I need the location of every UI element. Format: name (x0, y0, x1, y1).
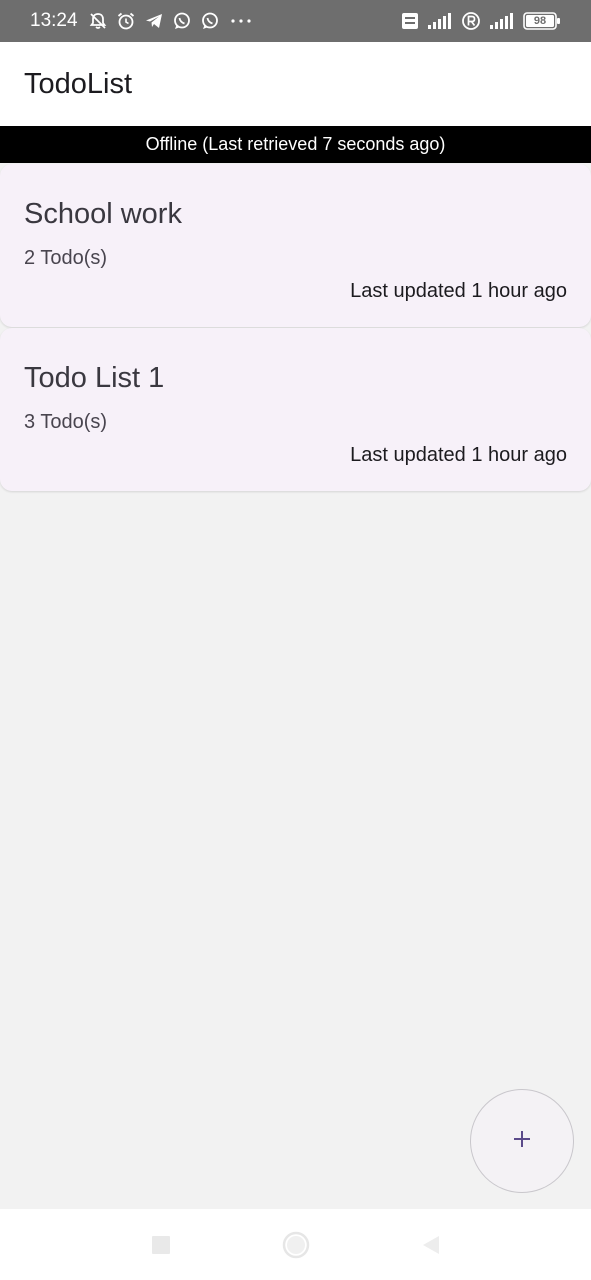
more-dots-icon (228, 11, 254, 31)
volte-icon (401, 12, 419, 30)
add-list-button[interactable] (470, 1089, 574, 1193)
todo-count: 3 Todo(s) (24, 411, 108, 433)
todo-list-title: School work (24, 198, 182, 230)
app-title: TodoList (24, 67, 133, 100)
whatsapp-icon (172, 11, 192, 31)
last-updated-text: Last updated 1 hour ago (350, 444, 567, 466)
todo-count: 2 Todo(s) (24, 247, 108, 269)
back-triangle-icon[interactable] (420, 1234, 442, 1256)
battery-level: 98 (533, 15, 547, 27)
recents-square-icon[interactable] (150, 1234, 172, 1256)
whatsapp-icon (200, 11, 220, 31)
status-bar-left: 13:24 (30, 10, 254, 32)
todo-list-title: Todo List 1 (24, 362, 165, 394)
offline-banner-text: Offline (Last retrieved 7 seconds ago) (145, 134, 446, 154)
todo-list-card[interactable]: Todo List 1 3 Todo(s) Last updated 1 hou… (0, 328, 591, 491)
roaming-icon (461, 11, 481, 31)
battery-icon: 98 (523, 12, 561, 30)
app-bar: TodoList (0, 42, 591, 126)
offline-banner: Offline (Last retrieved 7 seconds ago) (0, 126, 591, 163)
telegram-icon (144, 11, 164, 31)
status-bar-right: 98 (401, 11, 561, 31)
bell-off-icon (88, 11, 108, 31)
signal-icon (427, 12, 453, 30)
todo-list-card[interactable]: School work 2 Todo(s) Last updated 1 hou… (0, 164, 591, 327)
plus-icon (511, 1128, 533, 1155)
signal-icon (489, 12, 515, 30)
system-nav-bar (0, 1209, 591, 1280)
last-updated-text: Last updated 1 hour ago (350, 280, 567, 302)
status-time: 13:24 (30, 10, 78, 31)
status-bar: 13:24 98 (0, 0, 591, 42)
alarm-icon (116, 11, 136, 31)
home-circle-icon[interactable] (282, 1231, 310, 1259)
